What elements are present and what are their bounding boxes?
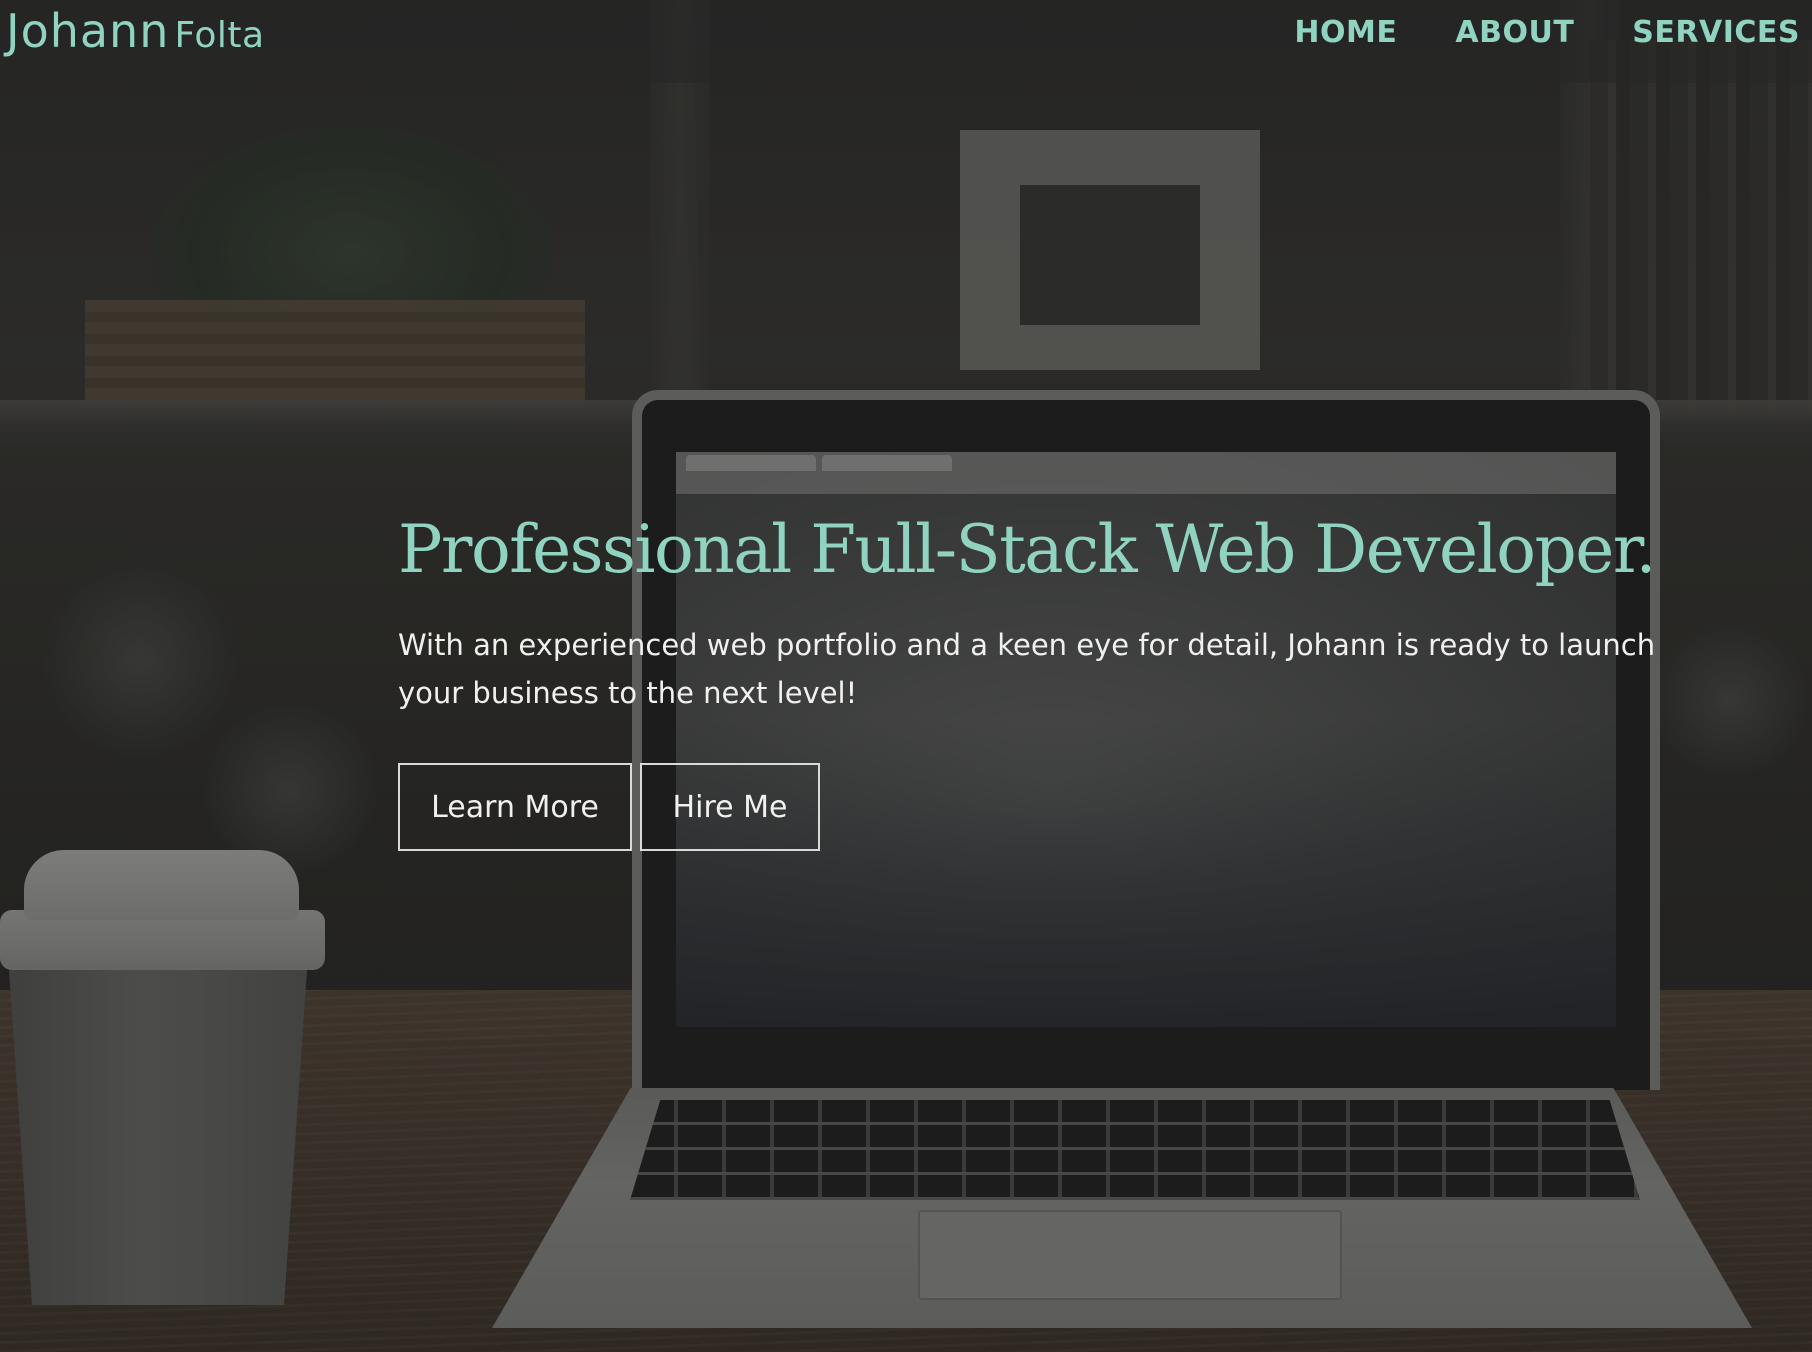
hero-buttons: Learn More Hire Me [398, 763, 1798, 851]
nav-link-home[interactable]: HOME [1294, 15, 1397, 50]
page: Johann Folta HOME ABOUT SERVICES Profess… [0, 0, 1812, 1352]
learn-more-button[interactable]: Learn More [398, 763, 632, 851]
nav-links: HOME ABOUT SERVICES [1236, 0, 1800, 64]
brand-first-name: Johann [6, 4, 170, 58]
nav-link-services[interactable]: SERVICES [1632, 15, 1800, 50]
hero-title: Professional Full-Stack Web Developer. [398, 511, 1657, 588]
brand-last-name: Folta [174, 15, 265, 56]
hero-section: Professional Full-Stack Web Developer. W… [398, 505, 1798, 851]
brand-logo[interactable]: Johann Folta [6, 4, 265, 69]
navbar: Johann Folta HOME ABOUT SERVICES [0, 0, 1812, 83]
hire-me-button[interactable]: Hire Me [640, 763, 820, 851]
nav-link-about[interactable]: ABOUT [1455, 15, 1574, 50]
hero-subtitle: With an experienced web portfolio and a … [398, 628, 1656, 710]
